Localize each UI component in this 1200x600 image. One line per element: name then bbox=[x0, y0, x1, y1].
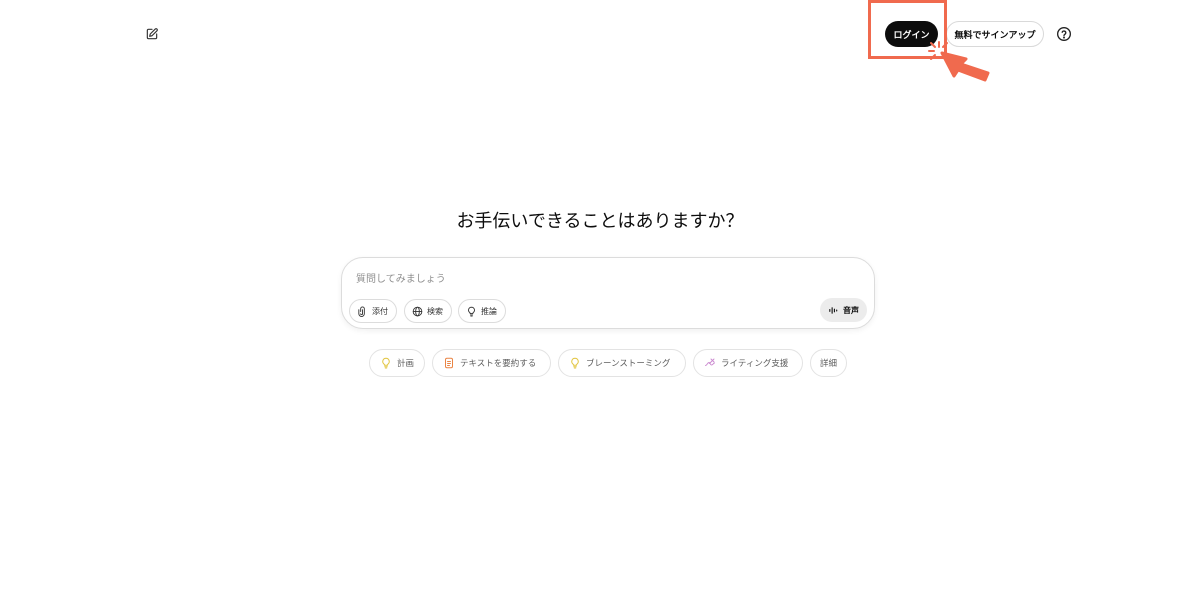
new-chat-button[interactable] bbox=[142, 24, 162, 44]
composer: 添付 検索 推論 音声 bbox=[341, 257, 875, 329]
suggestion-writing[interactable]: ライティング支援 bbox=[693, 349, 803, 377]
suggestion-plan[interactable]: 計画 bbox=[369, 349, 425, 377]
search-label: 検索 bbox=[427, 306, 443, 316]
suggestion-summarize[interactable]: テキストを要約する bbox=[432, 349, 551, 377]
attach-button[interactable]: 添付 bbox=[349, 299, 397, 323]
reason-label: 推論 bbox=[481, 306, 497, 316]
lightbulb-icon bbox=[468, 306, 475, 317]
signup-button[interactable]: 無料でサインアップ bbox=[946, 21, 1044, 47]
search-button[interactable]: 検索 bbox=[404, 299, 452, 323]
question-circle-icon bbox=[1057, 27, 1071, 41]
suggestion-label: 詳細 bbox=[819, 359, 837, 369]
page-title: お手伝いできることはありますか？ bbox=[456, 211, 744, 232]
voice-button[interactable]: 音声 bbox=[820, 298, 867, 322]
suggestion-label: 計画 bbox=[397, 359, 415, 369]
pen-icon bbox=[705, 358, 715, 366]
voice-label: 音声 bbox=[843, 305, 859, 315]
suggestion-label: ライティング支援 bbox=[721, 359, 789, 369]
prompt-input[interactable] bbox=[356, 270, 856, 288]
help-button[interactable] bbox=[1054, 24, 1074, 44]
edit-icon bbox=[146, 28, 158, 40]
login-button[interactable]: ログイン bbox=[885, 21, 938, 47]
suggestion-label: テキストを要約する bbox=[460, 359, 537, 369]
lightbulb-icon bbox=[571, 357, 579, 369]
suggestion-brainstorm[interactable]: ブレーンストーミング bbox=[558, 349, 686, 377]
paperclip-icon bbox=[358, 305, 365, 317]
waveform-icon bbox=[829, 306, 838, 314]
page: ログイン 無料でサインアップ お手伝いできることはありますか？ 添付 bbox=[0, 0, 1200, 600]
suggestion-more[interactable]: 詳細 bbox=[810, 349, 847, 377]
document-icon bbox=[445, 357, 453, 369]
attach-label: 添付 bbox=[372, 306, 388, 316]
reason-button[interactable]: 推論 bbox=[458, 299, 506, 323]
suggestion-label: ブレーンストーミング bbox=[586, 359, 671, 369]
globe-icon bbox=[412, 306, 423, 316]
lightbulb-icon bbox=[382, 357, 390, 369]
